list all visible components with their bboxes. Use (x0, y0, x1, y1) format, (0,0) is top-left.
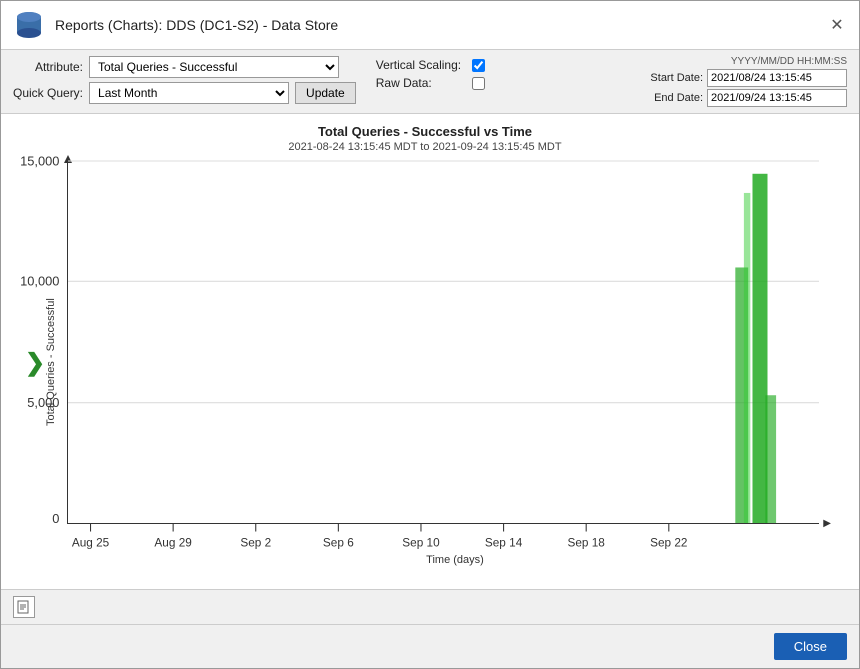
chart-plot: 15,000 10,000 5,000 0 Aug 25 Aug 29 Sep … (67, 161, 819, 524)
toolbar-left: Attribute: Total Queries - Successful Qu… (13, 56, 356, 104)
svg-text:Aug 25: Aug 25 (72, 536, 110, 549)
document-icon (17, 600, 31, 614)
svg-text:15,000: 15,000 (20, 153, 59, 168)
raw-data-row: Raw Data: (376, 76, 485, 90)
chart-svg: 15,000 10,000 5,000 0 Aug 25 Aug 29 Sep … (68, 161, 819, 523)
vertical-scaling-label: Vertical Scaling: (376, 58, 466, 72)
main-window: Reports (Charts): DDS (DC1-S2) - Data St… (0, 0, 860, 669)
date-format-hint: YYYY/MM/DD HH:MM:SS (643, 56, 847, 67)
vertical-scaling-row: Vertical Scaling: (376, 58, 485, 72)
update-button[interactable]: Update (295, 82, 356, 104)
toolbar-right: YYYY/MM/DD HH:MM:SS Start Date: End Date… (643, 56, 847, 107)
app-icon (13, 9, 45, 41)
end-date-label: End Date: (643, 92, 703, 104)
chart-title: Total Queries - Successful vs Time (11, 124, 839, 139)
svg-text:Sep 22: Sep 22 (650, 536, 687, 549)
close-button[interactable]: Close (774, 633, 847, 660)
end-date-row: End Date: (643, 89, 847, 107)
svg-text:Sep 2: Sep 2 (240, 536, 271, 549)
svg-text:0: 0 (52, 511, 59, 526)
quick-query-select[interactable]: Last Month Last Week Last Day Last Hour (89, 82, 289, 104)
svg-text:Sep 14: Sep 14 (485, 536, 523, 549)
raw-data-checkbox[interactable] (472, 77, 485, 90)
start-date-input[interactable] (707, 69, 847, 87)
start-date-label: Start Date: (643, 72, 703, 84)
quick-query-row: Quick Query: Last Month Last Week Last D… (13, 82, 356, 104)
title-bar-left: Reports (Charts): DDS (DC1-S2) - Data St… (13, 9, 338, 41)
footer: Close (1, 624, 859, 668)
toolbar-middle: Vertical Scaling: Raw Data: (376, 56, 485, 90)
start-date-row: Start Date: (643, 69, 847, 87)
svg-text:Aug 29: Aug 29 (154, 536, 191, 549)
y-axis-label: Total Queries - Successful (41, 161, 57, 564)
raw-data-label: Raw Data: (376, 76, 466, 90)
chart-area: Total Queries - Successful vs Time 2021-… (1, 114, 859, 589)
svg-text:10,000: 10,000 (20, 274, 59, 289)
title-bar: Reports (Charts): DDS (DC1-S2) - Data St… (1, 1, 859, 50)
attribute-label: Attribute: (13, 60, 83, 74)
svg-text:5,000: 5,000 (27, 395, 59, 410)
quick-query-label: Quick Query: (13, 86, 83, 100)
attribute-row: Attribute: Total Queries - Successful (13, 56, 356, 78)
svg-text:Sep 10: Sep 10 (402, 536, 440, 549)
chart-subtitle: 2021-08-24 13:15:45 MDT to 2021-09-24 13… (11, 141, 839, 153)
window-close-button[interactable]: ✕ (827, 15, 847, 35)
vertical-scaling-checkbox[interactable] (472, 59, 485, 72)
window-title: Reports (Charts): DDS (DC1-S2) - Data St… (55, 17, 338, 33)
end-date-input[interactable] (707, 89, 847, 107)
chart-container: ❯ Total Queries - Successful 15,000 10,0… (11, 161, 839, 564)
status-bar (1, 589, 859, 624)
svg-text:Sep 18: Sep 18 (567, 536, 605, 549)
toolbar: Attribute: Total Queries - Successful Qu… (1, 50, 859, 114)
status-icon (13, 596, 35, 618)
attribute-select[interactable]: Total Queries - Successful (89, 56, 339, 78)
svg-text:Sep 6: Sep 6 (323, 536, 354, 549)
